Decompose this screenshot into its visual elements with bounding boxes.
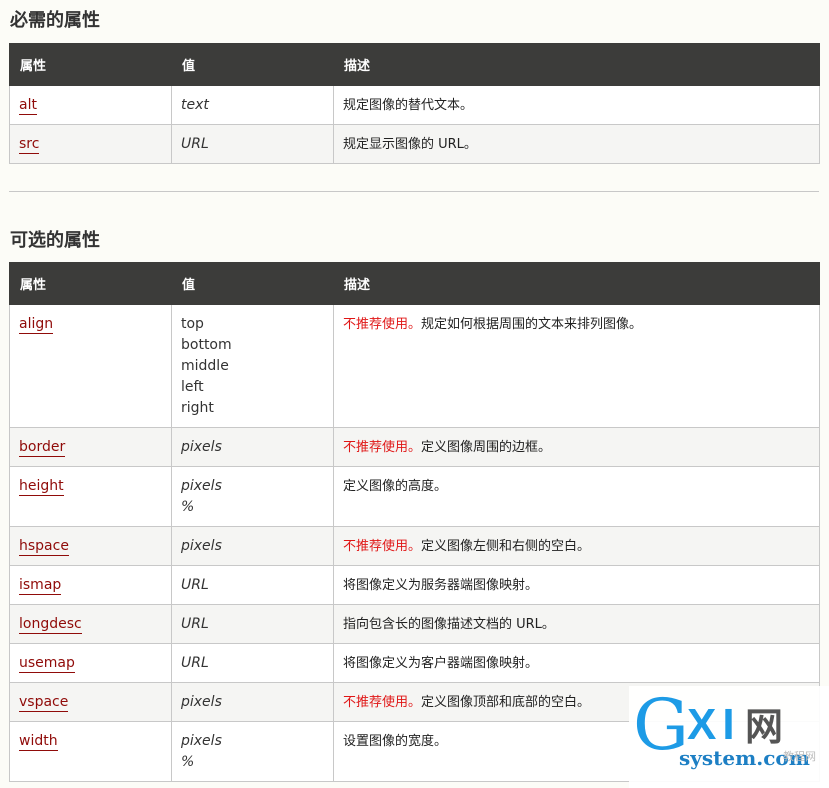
attribute-cell: hspace [9,526,172,566]
attribute-cell: src [9,124,172,164]
value-cell: pixels [171,526,334,566]
value-item: pixels [181,733,222,749]
required-attributes-heading: 必需的属性 [10,10,100,31]
table-row: ismap URL 将图像定义为服务器端图像映射。 [9,565,820,605]
value-cell: top bottom middle left right [171,304,334,428]
attribute-cell: vspace [9,682,172,722]
value-cell: pixels [171,682,334,722]
value-item: left [181,379,204,395]
attribute-link-height[interactable]: height [19,478,64,496]
watermark-cn-char: 网 [745,705,784,749]
watermark-xi-letters: XI [687,700,741,749]
description-text: 规定如何根据周围的文本来排列图像。 [421,317,643,332]
table-row: align top bottom middle left right 不推荐使用。规定如何根… [9,304,820,428]
description-cell: 将图像定义为客户器端图像映射。 [333,643,820,683]
table-row: height pixels% 定义图像的高度。 [9,466,820,527]
value-item: text [181,97,209,113]
attribute-link-src[interactable]: src [19,136,40,154]
optional-attributes-heading: 可选的属性 [10,230,100,251]
description-text: 定义图像左侧和右侧的空白。 [421,539,591,554]
value-item: % [181,754,195,770]
value-item: top [181,316,204,332]
column-header-description: 描述 [333,262,820,305]
description-cell: 规定图像的替代文本。 [333,85,820,125]
table-row: alt text 规定图像的替代文本。 [9,85,820,125]
description-text: 将图像定义为服务器端图像映射。 [343,578,539,593]
table-row: border pixels 不推荐使用。定义图像周围的边框。 [9,427,820,467]
attribute-cell: align [9,304,172,428]
attribute-cell: height [9,466,172,527]
description-text: 规定显示图像的 URL。 [343,137,477,152]
table-row: usemap URL 将图像定义为客户器端图像映射。 [9,643,820,683]
attribute-link-align[interactable]: align [19,316,54,334]
table-row: longdesc URL 指向包含长的图像描述文档的 URL。 [9,604,820,644]
attribute-link-hspace[interactable]: hspace [19,538,69,556]
attribute-cell: border [9,427,172,467]
site-watermark-logo: G XI 网 system.com 教程网 [629,686,829,788]
description-cell: 指向包含长的图像描述文档的 URL。 [333,604,820,644]
description-text: 定义图像周围的边框。 [421,440,552,455]
column-header-value: 值 [171,262,334,305]
attribute-cell: width [9,721,172,782]
attribute-link-vspace[interactable]: vspace [19,694,69,712]
value-item: middle [181,358,229,374]
value-cell: URL [171,604,334,644]
attribute-link-usemap[interactable]: usemap [19,655,75,673]
attribute-link-longdesc[interactable]: longdesc [19,616,82,634]
deprecated-label: 不推荐使用。 [343,440,422,455]
description-text: 规定图像的替代文本。 [343,98,474,113]
value-cell: text [171,85,334,125]
value-cell: pixels% [171,466,334,527]
description-text: 定义图像顶部和底部的空白。 [421,695,591,710]
description-cell: 不推荐使用。规定如何根据周围的文本来排列图像。 [333,304,820,428]
value-item: URL [181,577,209,593]
description-cell: 不推荐使用。定义图像周围的边框。 [333,427,820,467]
column-header-attribute: 属性 [9,43,172,86]
attribute-link-ismap[interactable]: ismap [19,577,62,595]
value-item: % [181,499,195,515]
value-cell: URL [171,124,334,164]
value-item: URL [181,655,209,671]
value-cell: pixels% [171,721,334,782]
description-cell: 将图像定义为服务器端图像映射。 [333,565,820,605]
value-item: pixels [181,694,222,710]
section-divider [9,191,819,192]
value-item: URL [181,616,209,632]
value-item: right [181,400,214,416]
table-header-row: 属性 值 描述 [9,43,820,86]
value-item: pixels [181,538,222,554]
attribute-cell: alt [9,85,172,125]
description-text: 设置图像的宽度。 [343,734,448,749]
required-attributes-table: 属性 值 描述 alt text 规定图像的替代文本。 src URL 规定显示图像的 U… [9,43,820,164]
description-text: 将图像定义为客户器端图像映射。 [343,656,539,671]
column-header-attribute: 属性 [9,262,172,305]
value-item: pixels [181,439,222,455]
attribute-cell: longdesc [9,604,172,644]
value-item: bottom [181,337,232,353]
description-text: 定义图像的高度。 [343,479,448,494]
table-row: hspace pixels 不推荐使用。定义图像左侧和右侧的空白。 [9,526,820,566]
attribute-link-border[interactable]: border [19,439,66,457]
value-cell: pixels [171,427,334,467]
deprecated-label: 不推荐使用。 [343,539,422,554]
attribute-link-width[interactable]: width [19,733,58,751]
value-item: URL [181,136,209,152]
column-header-description: 描述 [333,43,820,86]
description-cell: 不推荐使用。定义图像左侧和右侧的空白。 [333,526,820,566]
description-cell: 定义图像的高度。 [333,466,820,527]
column-header-value: 值 [171,43,334,86]
table-row: src URL 规定显示图像的 URL。 [9,124,820,164]
description-text: 指向包含长的图像描述文档的 URL。 [343,617,555,632]
attribute-cell: ismap [9,565,172,605]
value-item: pixels [181,478,222,494]
deprecated-label: 不推荐使用。 [343,695,422,710]
attribute-cell: usemap [9,643,172,683]
attribute-link-alt[interactable]: alt [19,97,37,115]
deprecated-label: 不推荐使用。 [343,317,422,332]
watermark-subtitle: 教程网 [783,750,816,763]
table-header-row: 属性 值 描述 [9,262,820,305]
value-cell: URL [171,565,334,605]
value-cell: URL [171,643,334,683]
description-cell: 规定显示图像的 URL。 [333,124,820,164]
